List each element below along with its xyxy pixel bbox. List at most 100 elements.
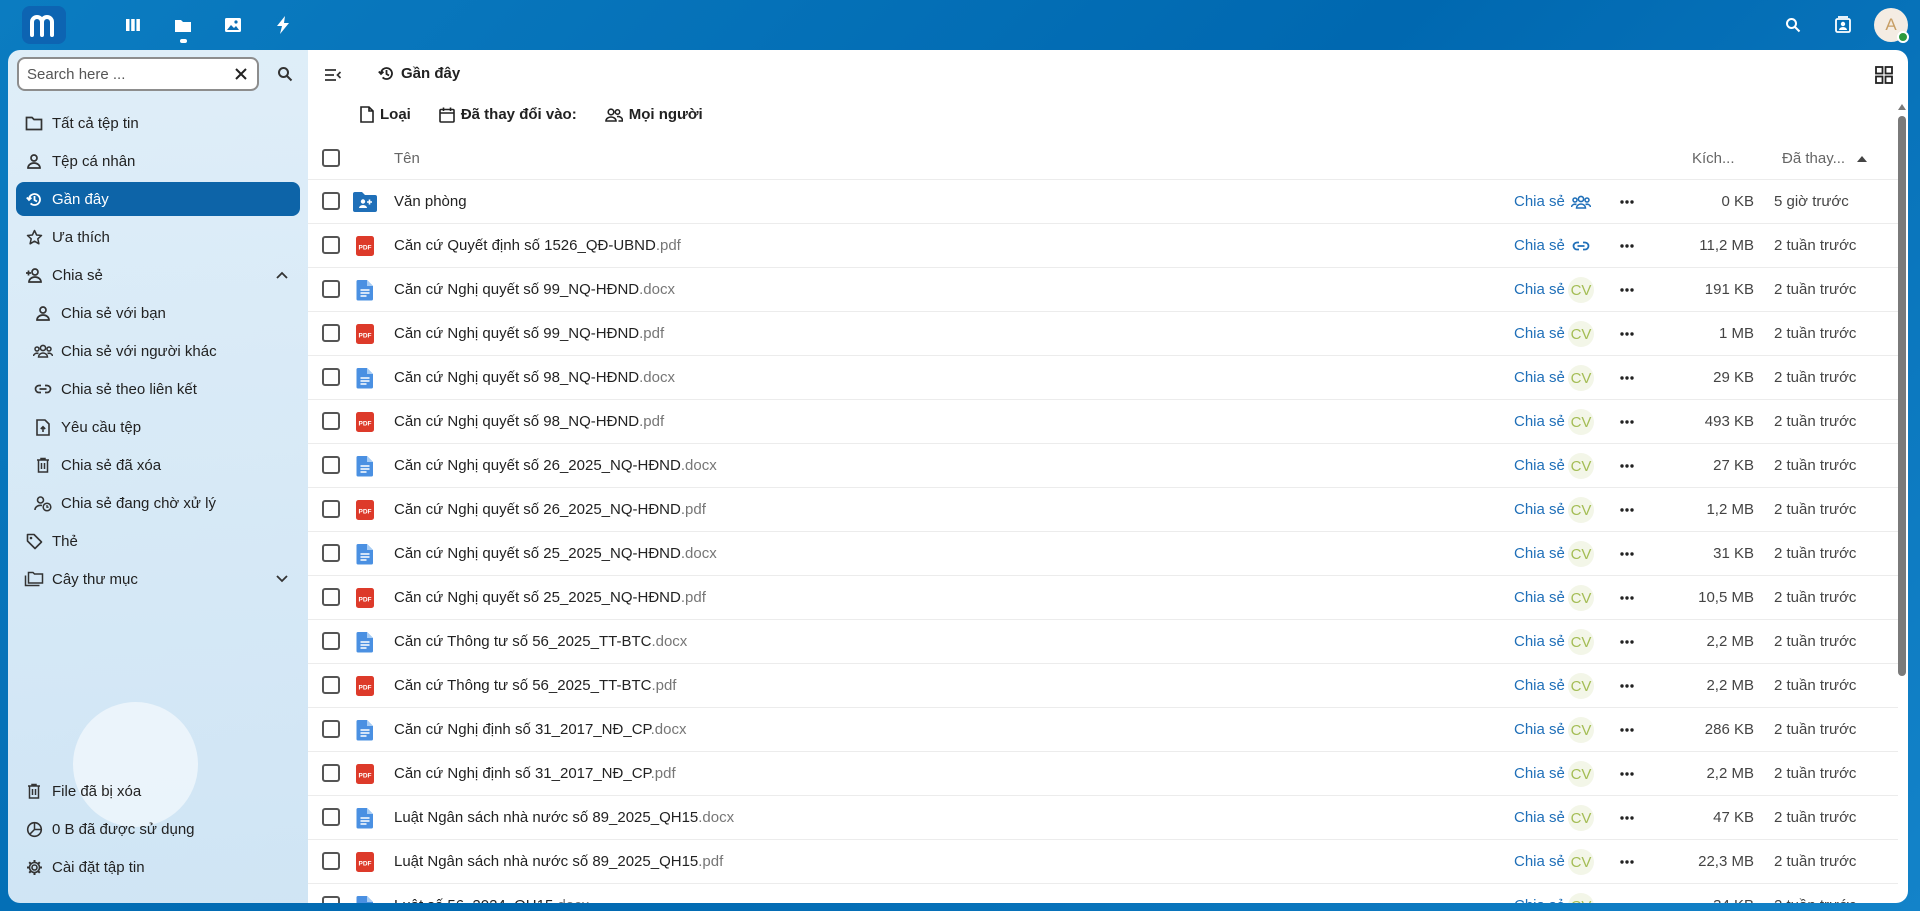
sharer-avatar[interactable]: CV bbox=[1568, 673, 1594, 699]
more-actions-icon[interactable] bbox=[1616, 235, 1638, 257]
more-actions-icon[interactable] bbox=[1616, 191, 1638, 213]
sidebar-item-tags[interactable]: Thẻ bbox=[16, 524, 300, 558]
file-row[interactable]: PDF Căn cứ Thông tư số 56_2025_TT-BTC.pdf… bbox=[308, 664, 1898, 708]
file-row[interactable]: PDF Căn cứ Nghị quyết số 98_NQ-HĐND.pdf Ch… bbox=[308, 400, 1898, 444]
select-all-checkbox[interactable] bbox=[322, 149, 340, 167]
unified-search-button[interactable] bbox=[1768, 0, 1818, 50]
row-checkbox[interactable] bbox=[322, 236, 340, 254]
share-button[interactable]: Chia sẻ bbox=[1514, 809, 1565, 826]
photos-app[interactable] bbox=[208, 0, 258, 50]
sharer-avatar[interactable]: CV bbox=[1568, 805, 1594, 831]
row-checkbox[interactable] bbox=[322, 676, 340, 694]
sharer-avatar[interactable]: CV bbox=[1568, 453, 1594, 479]
file-name[interactable]: Căn cứ Quyết định số 1526_QĐ-UBND.pdf bbox=[394, 237, 681, 254]
more-actions-icon[interactable] bbox=[1616, 807, 1638, 829]
sharer-avatar[interactable]: CV bbox=[1568, 409, 1594, 435]
sidebar-item-file-requests[interactable]: Yêu cầu tệp bbox=[16, 410, 300, 444]
sharer-avatar[interactable]: CV bbox=[1568, 365, 1594, 391]
share-button[interactable]: Chia sẻ bbox=[1514, 325, 1565, 342]
chevron-down-icon[interactable] bbox=[272, 569, 292, 589]
activity-app[interactable] bbox=[258, 0, 308, 50]
more-actions-icon[interactable] bbox=[1616, 851, 1638, 873]
sharer-avatar[interactable]: CV bbox=[1568, 541, 1594, 567]
shared-group-icon[interactable] bbox=[1568, 189, 1594, 215]
sidebar-item-shared-with-you[interactable]: Chia sẻ với bạn bbox=[16, 296, 300, 330]
share-button[interactable]: Chia sẻ bbox=[1514, 457, 1565, 474]
file-name[interactable]: Văn phòng bbox=[394, 193, 467, 210]
sidebar-item-folder-tree[interactable]: Cây thư mục bbox=[16, 562, 300, 596]
file-row[interactable]: Căn cứ Nghị quyết số 99_NQ-HĐND.docx Chia… bbox=[308, 268, 1898, 312]
file-name[interactable]: Căn cứ Nghị định số 31_2017_NĐ_CP.docx bbox=[394, 721, 686, 738]
sharer-avatar[interactable]: CV bbox=[1568, 497, 1594, 523]
search-button[interactable] bbox=[270, 59, 300, 89]
sharer-avatar[interactable]: CV bbox=[1568, 321, 1594, 347]
share-button[interactable]: Chia sẻ bbox=[1514, 413, 1565, 430]
share-link-icon[interactable] bbox=[1568, 233, 1594, 259]
file-name[interactable]: Căn cứ Nghị quyết số 26_2025_NQ-HĐND.doc… bbox=[394, 457, 717, 474]
sidebar-item-files-settings[interactable]: Cài đặt tập tin bbox=[16, 850, 300, 884]
file-row[interactable]: PDF Căn cứ Quyết định số 1526_QĐ-UBND.pdf… bbox=[308, 224, 1898, 268]
more-actions-icon[interactable] bbox=[1616, 631, 1638, 653]
scrollbar-thumb[interactable] bbox=[1898, 116, 1906, 676]
row-checkbox[interactable] bbox=[322, 632, 340, 650]
file-name[interactable]: Căn cứ Nghị quyết số 98_NQ-HĐND.docx bbox=[394, 369, 675, 386]
file-name[interactable]: Luật số 56_2024_QH15.docx bbox=[394, 897, 589, 903]
share-button[interactable]: Chia sẻ bbox=[1514, 677, 1565, 694]
row-checkbox[interactable] bbox=[322, 808, 340, 826]
row-checkbox[interactable] bbox=[322, 896, 340, 903]
share-button[interactable]: Chia sẻ bbox=[1514, 589, 1565, 606]
filter-people-button[interactable]: Mọi người bbox=[604, 106, 703, 123]
file-name[interactable]: Căn cứ Nghị quyết số 99_NQ-HĐND.pdf bbox=[394, 325, 664, 342]
row-checkbox[interactable] bbox=[322, 588, 340, 606]
sidebar-item-deleted-shares[interactable]: Chia sẻ đã xóa bbox=[16, 448, 300, 482]
scroll-up-arrow[interactable] bbox=[1898, 102, 1906, 112]
file-row[interactable]: Căn cứ Nghị quyết số 26_2025_NQ-HĐND.doc… bbox=[308, 444, 1898, 488]
file-name[interactable]: Căn cứ Nghị định số 31_2017_NĐ_CP.pdf bbox=[394, 765, 676, 782]
file-row[interactable]: Văn phòng Chia sẻ 0 KB 5 giờ trước bbox=[308, 180, 1898, 224]
sidebar-item-deleted-files[interactable]: File đã bị xóa bbox=[16, 774, 300, 808]
sharer-avatar[interactable]: CV bbox=[1568, 717, 1594, 743]
sidebar-item-all-files[interactable]: Tất cả tệp tin bbox=[16, 106, 300, 140]
file-name[interactable]: Căn cứ Nghị quyết số 26_2025_NQ-HĐND.pdf bbox=[394, 501, 706, 518]
more-actions-icon[interactable] bbox=[1616, 587, 1638, 609]
sharer-avatar[interactable]: CV bbox=[1568, 849, 1594, 875]
share-button[interactable]: Chia sẻ bbox=[1514, 545, 1565, 562]
filter-type-button[interactable]: Loại bbox=[360, 106, 411, 123]
more-actions-icon[interactable] bbox=[1616, 675, 1638, 697]
column-name-header[interactable]: Tên bbox=[394, 150, 420, 167]
share-button[interactable]: Chia sẻ bbox=[1514, 281, 1565, 298]
share-button[interactable]: Chia sẻ bbox=[1514, 721, 1565, 738]
clear-search-button[interactable] bbox=[231, 64, 251, 84]
more-actions-icon[interactable] bbox=[1616, 763, 1638, 785]
row-checkbox[interactable] bbox=[322, 324, 340, 342]
row-checkbox[interactable] bbox=[322, 368, 340, 386]
sidebar-item-shared-by-link[interactable]: Chia sẻ theo liên kết bbox=[16, 372, 300, 406]
file-name[interactable]: Căn cứ Nghị quyết số 98_NQ-HĐND.pdf bbox=[394, 413, 664, 430]
file-row[interactable]: PDF Luật Ngân sách nhà nước số 89_2025_QH… bbox=[308, 840, 1898, 884]
sidebar-item-storage-usage[interactable]: 0 B đã được sử dụng bbox=[16, 812, 300, 846]
column-size-header[interactable]: Kích... bbox=[1692, 150, 1735, 167]
grid-view-button[interactable] bbox=[1872, 63, 1896, 87]
file-name[interactable]: Căn cứ Nghị quyết số 99_NQ-HĐND.docx bbox=[394, 281, 675, 298]
sharer-avatar[interactable]: CV bbox=[1568, 277, 1594, 303]
sharer-avatar[interactable]: CV bbox=[1568, 585, 1594, 611]
row-checkbox[interactable] bbox=[322, 192, 340, 210]
chevron-up-icon[interactable] bbox=[272, 265, 292, 285]
file-row[interactable]: PDF Căn cứ Nghị quyết số 25_2025_NQ-HĐND.… bbox=[308, 576, 1898, 620]
share-button[interactable]: Chia sẻ bbox=[1514, 501, 1565, 518]
breadcrumb[interactable]: Gần đây bbox=[378, 65, 460, 82]
share-button[interactable]: Chia sẻ bbox=[1514, 193, 1565, 210]
file-row[interactable]: Căn cứ Thông tư số 56_2025_TT-BTC.docx Ch… bbox=[308, 620, 1898, 664]
search-input[interactable] bbox=[19, 59, 219, 89]
share-button[interactable]: Chia sẻ bbox=[1514, 765, 1565, 782]
contacts-button[interactable] bbox=[1818, 0, 1868, 50]
file-row[interactable]: Căn cứ Nghị định số 31_2017_NĐ_CP.docx Ch… bbox=[308, 708, 1898, 752]
file-row[interactable]: Căn cứ Nghị quyết số 98_NQ-HĐND.docx Chia… bbox=[308, 356, 1898, 400]
sidebar-item-shares[interactable]: Chia sẻ bbox=[16, 258, 300, 292]
sharer-avatar[interactable]: CV bbox=[1568, 629, 1594, 655]
more-actions-icon[interactable] bbox=[1616, 499, 1638, 521]
row-checkbox[interactable] bbox=[322, 764, 340, 782]
sidebar-item-recent[interactable]: Gần đây bbox=[16, 182, 300, 216]
file-name[interactable]: Căn cứ Thông tư số 56_2025_TT-BTC.docx bbox=[394, 633, 687, 650]
file-row[interactable]: Căn cứ Nghị quyết số 25_2025_NQ-HĐND.doc… bbox=[308, 532, 1898, 576]
